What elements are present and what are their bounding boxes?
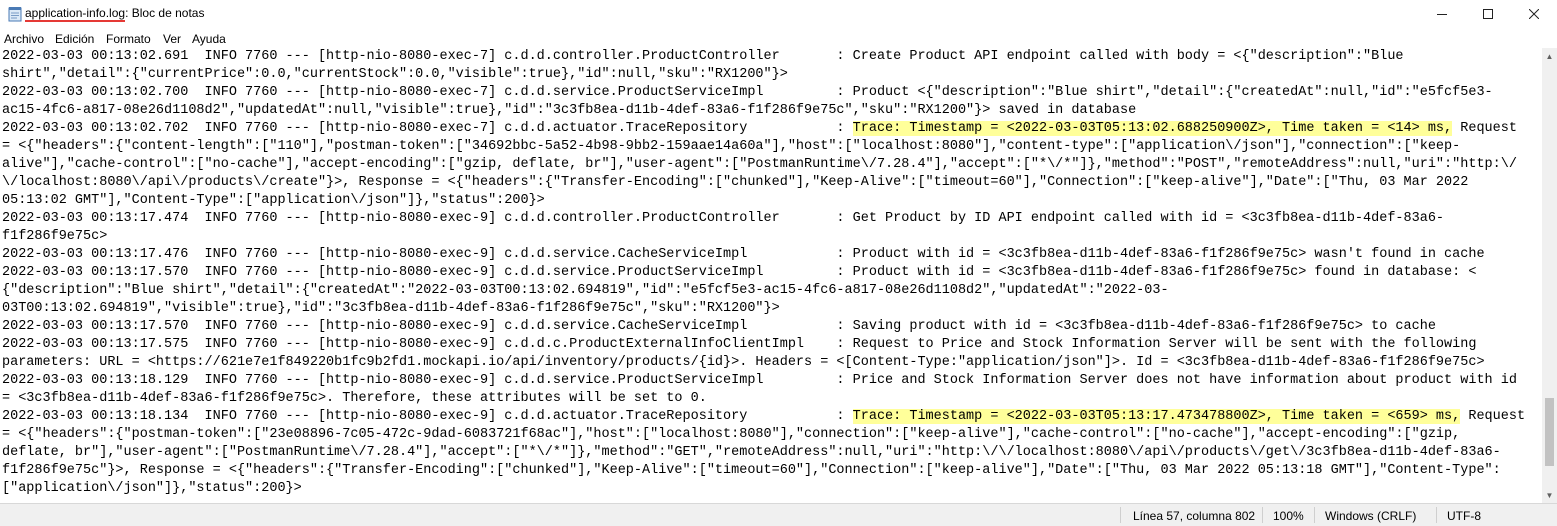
text-line: {"description":"Blue shirt","detail":{"c… (2, 283, 1169, 298)
text-line: = <{"headers":{"postman-token":["23e0889… (2, 427, 1461, 442)
cursor-position: Línea 57, columna 802 (1133, 509, 1256, 523)
text-line: 2022-03-03 00:13:02.700 INFO 7760 --- [h… (2, 85, 1493, 100)
text-line: 2022-03-03 00:13:17.570 INFO 7760 --- [h… (2, 319, 1436, 334)
text-line: 2022-03-03 00:13:17.570 INFO 7760 --- [h… (2, 265, 1477, 280)
scroll-down-arrow-icon[interactable]: ▼ (1542, 487, 1557, 503)
text-line: ac15-4fc6-a817-08e26d1108d2","updatedAt"… (2, 103, 1137, 118)
text-line: f1f286f9e75c"}>, Response = <{"headers":… (2, 463, 1501, 478)
text-segment: Request (1452, 121, 1517, 136)
text-line: shirt","detail":{"currentPrice":0.0,"cur… (2, 67, 788, 82)
maximize-button[interactable] (1465, 0, 1511, 28)
menu-formato[interactable]: Formato (106, 32, 151, 46)
file-name: application-info.log (25, 6, 126, 22)
text-line: = <{"headers":{"content-length":["110"],… (2, 139, 1461, 154)
line-endings: Windows (CRLF) (1325, 509, 1417, 523)
text-line: 2022-03-03 00:13:18.129 INFO 7760 --- [h… (2, 373, 1517, 388)
window-title: application-info.log: Bloc de notas (25, 6, 205, 22)
text-line: 2022-03-03 00:13:02.702 INFO 7760 --- [h… (2, 120, 1517, 138)
menu-edicion[interactable]: Edición (55, 32, 94, 46)
close-button[interactable] (1511, 0, 1557, 28)
app-name: : Bloc de notas (125, 6, 205, 20)
menu-bar: Archivo Edición Formato Ver Ayuda (0, 30, 1557, 48)
text-line: 2022-03-03 00:13:17.474 INFO 7760 --- [h… (2, 211, 1445, 226)
highlighted-text: Trace: Timestamp = <2022-03-03T05:13:02.… (852, 121, 1453, 136)
vertical-scrollbar[interactable]: ▲ ▼ (1542, 48, 1557, 503)
text-line: 03T00:13:02.694819","visible":true},"id"… (2, 301, 780, 316)
text-line: ["application\/json"]},"status":200}> (2, 481, 302, 496)
scroll-up-arrow-icon[interactable]: ▲ (1542, 48, 1557, 64)
title-bar: application-info.log: Bloc de notas (0, 0, 1557, 28)
encoding: UTF-8 (1447, 509, 1481, 523)
text-line: \/localhost:8080\/api\/products\/create"… (2, 175, 1469, 190)
text-editor[interactable]: 2022-03-03 00:13:02.691 INFO 7760 --- [h… (0, 48, 1542, 503)
text-line: parameters: URL = <https://621e7e1f84922… (2, 355, 1485, 370)
text-line: 05:13:02 GMT"],"Content-Type":["applicat… (2, 193, 545, 208)
text-segment: 2022-03-03 00:13:02.702 INFO 7760 --- [h… (2, 121, 853, 136)
maximize-icon (1483, 9, 1493, 19)
notepad-icon (8, 6, 22, 22)
text-line: 2022-03-03 00:13:18.134 INFO 7760 --- [h… (2, 408, 1525, 426)
text-line: alive"],"cache-control":["no-cache"],"ac… (2, 157, 1517, 172)
minimize-button[interactable] (1419, 0, 1465, 28)
menu-ver[interactable]: Ver (163, 32, 181, 46)
close-icon (1529, 9, 1539, 19)
text-line: 2022-03-03 00:13:17.575 INFO 7760 --- [h… (2, 337, 1477, 352)
zoom-level: 100% (1273, 509, 1304, 523)
text-line: 2022-03-03 00:13:17.476 INFO 7760 --- [h… (2, 247, 1485, 262)
text-line: 2022-03-03 00:13:02.691 INFO 7760 --- [h… (2, 49, 1404, 64)
scrollbar-thumb[interactable] (1545, 398, 1554, 466)
highlighted-text: Trace: Timestamp = <2022-03-03T05:13:17.… (852, 409, 1461, 424)
minimize-icon (1437, 14, 1447, 15)
text-line: = <3c3fb8ea-d11b-4def-83a6-f1f286f9e75c>… (2, 391, 707, 406)
text-line: f1f286f9e75c> (2, 229, 108, 244)
text-segment: 2022-03-03 00:13:18.134 INFO 7760 --- [h… (2, 409, 853, 424)
menu-ayuda[interactable]: Ayuda (192, 32, 226, 46)
menu-archivo[interactable]: Archivo (4, 32, 44, 46)
text-segment: Request (1460, 409, 1526, 424)
text-line: deflate, br"],"user-agent":["PostmanRunt… (2, 445, 1501, 460)
status-bar: Línea 57, columna 802 100% Windows (CRLF… (0, 503, 1557, 526)
